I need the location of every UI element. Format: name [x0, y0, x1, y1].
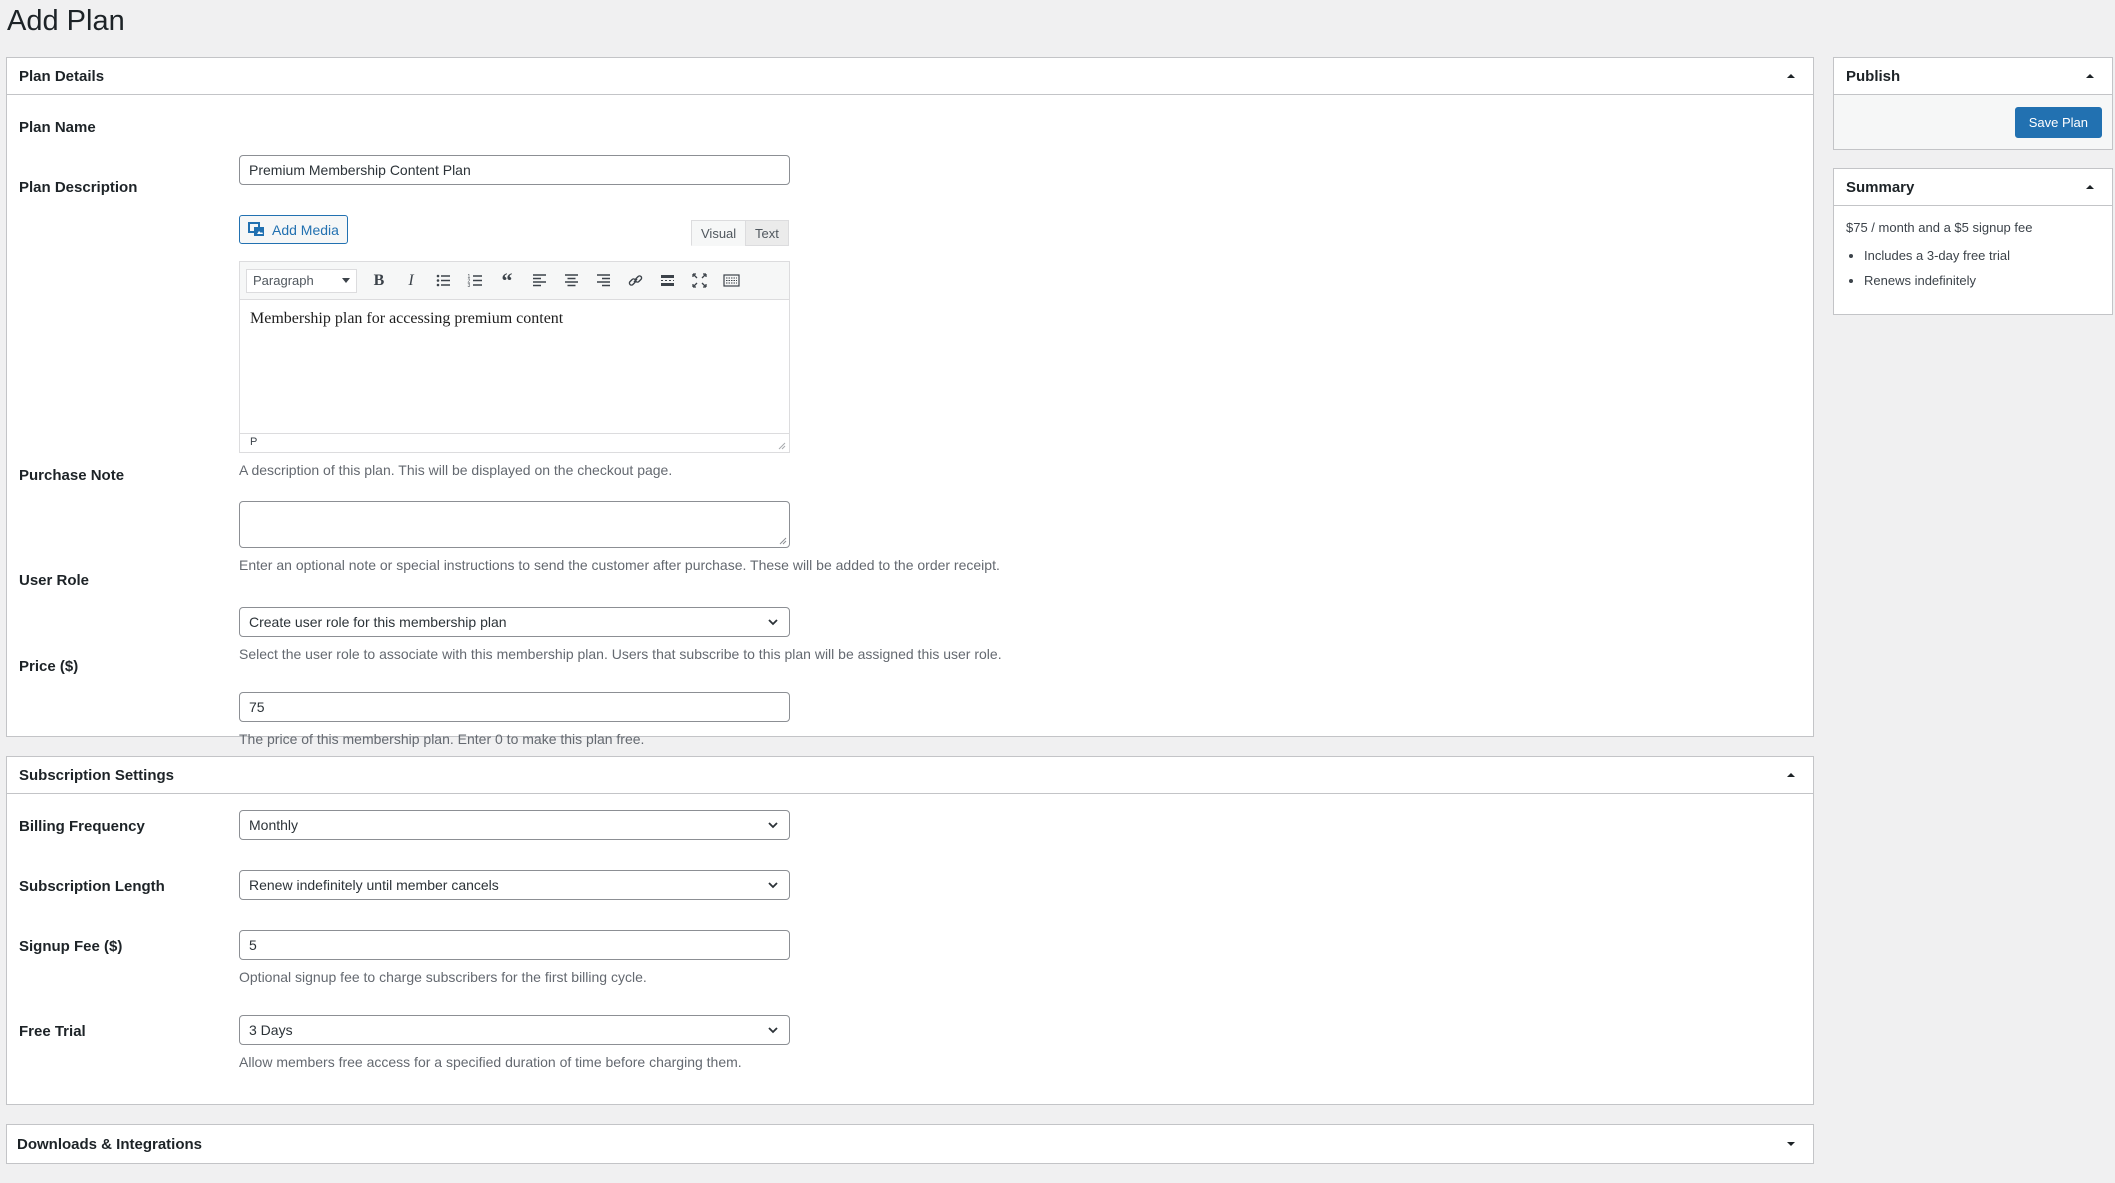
subscription-settings-title: Subscription Settings — [19, 766, 175, 784]
fullscreen-icon[interactable] — [683, 266, 715, 296]
chevron-down-icon — [768, 619, 778, 626]
plan-name-input[interactable]: Premium Membership Content Plan — [239, 155, 790, 185]
summary-list: Includes a 3-day free trial Renews indef… — [1846, 248, 2100, 288]
tab-visual[interactable]: Visual — [691, 220, 747, 246]
media-icon — [248, 221, 264, 236]
resize-grip-icon[interactable] — [776, 440, 786, 450]
free-trial-help: Allow members free access for a specifie… — [239, 1054, 742, 1070]
summary-header[interactable]: Summary — [1834, 169, 2112, 206]
chevron-down-icon — [768, 822, 778, 829]
bullet-list-icon[interactable] — [427, 266, 459, 296]
collapse-up-icon[interactable] — [1781, 765, 1801, 785]
add-media-label: Add Media — [272, 221, 339, 238]
summary-line: $75 / month and a $5 signup fee — [1846, 220, 2033, 235]
tab-text[interactable]: Text — [745, 220, 789, 246]
plan-name-label: Plan Name — [19, 119, 96, 136]
bold-icon[interactable]: B — [363, 266, 395, 296]
plan-description-label: Plan Description — [19, 179, 138, 196]
chevron-down-icon — [768, 882, 778, 889]
user-role-help: Select the user role to associate with t… — [239, 646, 1002, 662]
editor-toolbar: Paragraph B I 123 “ — [240, 262, 789, 300]
price-input[interactable]: 75 — [239, 692, 790, 722]
align-right-icon[interactable] — [587, 266, 619, 296]
price-help: The price of this membership plan. Enter… — [239, 731, 645, 747]
expand-down-icon[interactable] — [1781, 1134, 1801, 1154]
italic-icon[interactable]: I — [395, 266, 427, 296]
publish-panel: Publish Save Plan — [1833, 57, 2113, 150]
signup-fee-help: Optional signup fee to charge subscriber… — [239, 969, 647, 985]
editor-box: Paragraph B I 123 “ Membership plan for … — [239, 261, 790, 453]
add-media-button[interactable]: Add Media — [239, 215, 348, 244]
free-trial-value: 3 Days — [249, 1022, 293, 1038]
free-trial-label: Free Trial — [19, 1023, 86, 1040]
svg-text:3: 3 — [467, 283, 470, 289]
user-role-value: Create user role for this membership pla… — [249, 614, 507, 630]
downloads-integrations-header[interactable]: Downloads & Integrations — [7, 1125, 1813, 1163]
downloads-integrations-panel: Downloads & Integrations — [6, 1124, 1814, 1164]
toolbar-toggle-icon[interactable] — [715, 266, 747, 296]
resize-grip-icon[interactable] — [777, 535, 787, 545]
sidebar-column: Publish Save Plan Summary $75 / month an… — [1833, 57, 2113, 334]
publish-title: Publish — [1846, 67, 1901, 85]
summary-panel: Summary $75 / month and a $5 signup fee … — [1833, 168, 2113, 315]
purchase-note-textarea[interactable] — [239, 501, 790, 548]
caret-down-icon — [342, 277, 350, 283]
billing-frequency-label: Billing Frequency — [19, 818, 145, 835]
format-select-value: Paragraph — [253, 273, 314, 288]
user-role-label: User Role — [19, 572, 90, 589]
summary-body: $75 / month and a $5 signup fee Includes… — [1834, 206, 2112, 314]
subscription-settings-header[interactable]: Subscription Settings — [7, 757, 1813, 794]
plan-details-header[interactable]: Plan Details — [7, 58, 1813, 95]
align-center-icon[interactable] — [555, 266, 587, 296]
purchase-note-help: Enter an optional note or special instru… — [239, 557, 1000, 573]
purchase-note-label: Purchase Note — [19, 467, 125, 484]
read-more-icon[interactable] — [651, 266, 683, 296]
summary-title: Summary — [1846, 178, 1915, 196]
link-icon[interactable] — [619, 266, 651, 296]
chevron-down-icon — [768, 1027, 778, 1034]
summary-item: Renews indefinitely — [1864, 273, 2100, 288]
numbered-list-icon[interactable]: 123 — [459, 266, 491, 296]
downloads-integrations-title: Downloads & Integrations — [17, 1135, 203, 1153]
collapse-up-icon[interactable] — [2080, 66, 2100, 86]
subscription-settings-panel: Subscription Settings Billing Frequency … — [6, 756, 1814, 1105]
page-title: Add Plan — [7, 5, 125, 37]
editor-status-bar: P — [240, 433, 789, 452]
signup-fee-input[interactable]: 5 — [239, 930, 790, 960]
description-editor: Add Media Visual Text Paragraph B I 1 2 … — [239, 215, 790, 478]
billing-frequency-value: Monthly — [249, 817, 299, 833]
user-role-select[interactable]: Create user role for this membership pla… — [239, 607, 790, 637]
collapse-up-icon[interactable] — [1781, 66, 1801, 86]
plan-details-title: Plan Details — [19, 67, 105, 85]
subscription-length-label: Subscription Length — [19, 878, 165, 895]
publish-actions: Save Plan — [1834, 95, 2112, 149]
save-plan-button[interactable]: Save Plan — [2014, 106, 2102, 138]
editor-content[interactable]: Membership plan for accessing premium co… — [240, 300, 789, 433]
signup-fee-label: Signup Fee ($) — [19, 938, 123, 955]
price-label: Price ($) — [19, 658, 79, 675]
blockquote-icon[interactable]: “ — [491, 266, 523, 296]
billing-frequency-select[interactable]: Monthly — [239, 810, 790, 840]
editor-path: P — [250, 436, 258, 448]
publish-header[interactable]: Publish — [1834, 58, 2112, 95]
free-trial-select[interactable]: 3 Days — [239, 1015, 790, 1045]
subscription-length-select[interactable]: Renew indefinitely until member cancels — [239, 870, 790, 900]
plan-description-help: A description of this plan. This will be… — [239, 462, 673, 478]
collapse-up-icon[interactable] — [2080, 177, 2100, 197]
subscription-length-value: Renew indefinitely until member cancels — [249, 877, 499, 893]
plan-details-panel: Plan Details Plan Name Premium Membershi… — [6, 57, 1814, 747]
align-left-icon[interactable] — [523, 266, 555, 296]
main-column: Plan Details Plan Name Premium Membershi… — [6, 57, 1814, 1183]
summary-item: Includes a 3-day free trial — [1864, 248, 2100, 263]
format-select[interactable]: Paragraph — [246, 268, 357, 293]
